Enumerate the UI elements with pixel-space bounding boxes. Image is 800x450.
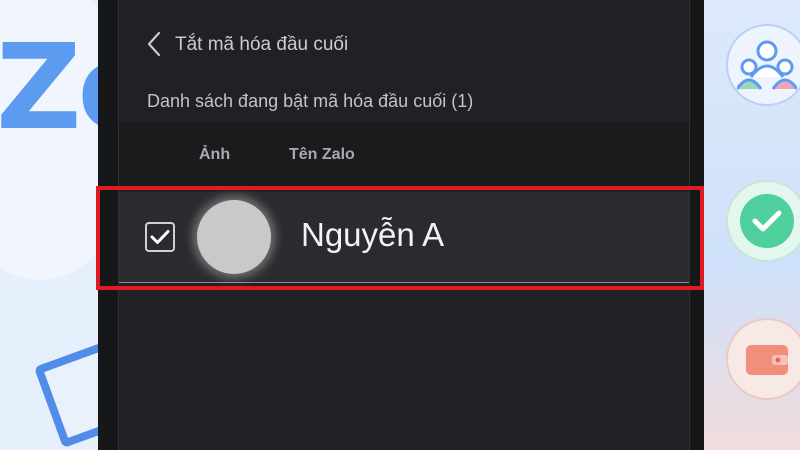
contact-name: Nguyễn A	[301, 216, 445, 253]
back-header[interactable]: Tắt mã hóa đầu cuối	[119, 0, 689, 88]
chevron-left-icon[interactable]	[145, 30, 163, 58]
list-subtitle: Danh sách đang bật mã hóa đầu cuối (1)	[147, 91, 474, 111]
card-icon	[33, 337, 98, 449]
avatar	[197, 200, 271, 274]
panel-content: Tắt mã hóa đầu cuối Danh sách đang bật m…	[118, 0, 690, 450]
zalo-logo-text: Zo	[0, 18, 98, 156]
row-checkbox[interactable]	[145, 222, 175, 252]
e2e-encryption-panel: Tắt mã hóa đầu cuối Danh sách đang bật m…	[98, 0, 704, 450]
column-header-name: Tên Zalo	[289, 146, 355, 163]
column-header-photo: Ảnh	[199, 146, 231, 163]
check-circle-icon	[726, 180, 800, 262]
background-right	[704, 0, 800, 450]
wallet-icon	[726, 318, 800, 400]
people-icon	[726, 24, 800, 106]
page-title: Tắt mã hóa đầu cuối	[175, 34, 349, 55]
background-left: Zo	[0, 0, 98, 450]
table-row[interactable]: Nguyễn A	[119, 192, 689, 283]
checkmark-icon	[150, 230, 170, 244]
table-header: Ảnh Tên Zalo	[119, 122, 689, 188]
